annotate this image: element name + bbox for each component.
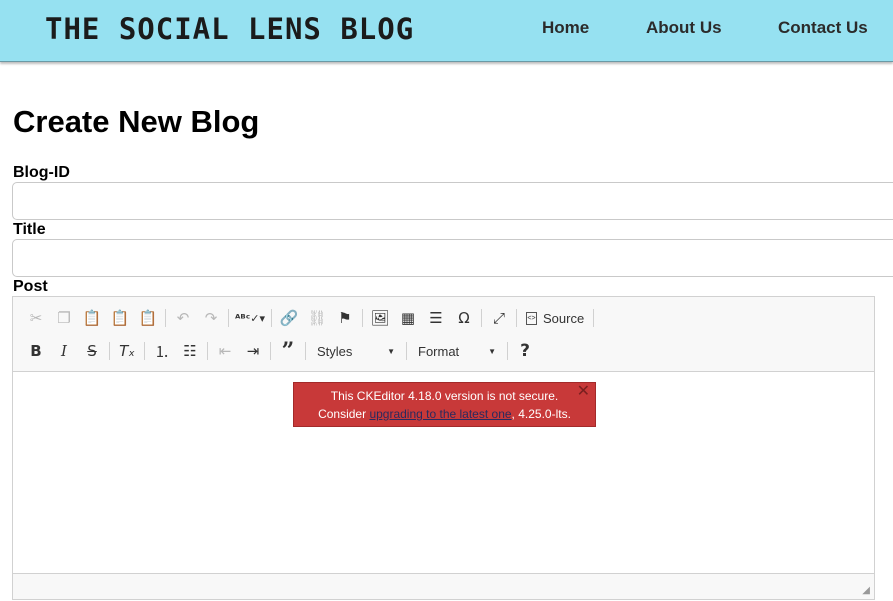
indent-icon[interactable]: ⇥ <box>239 338 267 364</box>
editor-status-bar: ◢ <box>13 573 874 599</box>
toolbar-separator <box>165 309 166 327</box>
post-editor: ✂ ❐ 📋 📋 📋 ↶ ↷ ᴬᴮᶜ✓▾ 🔗 ⛓ ⚑ 🖼 ▦ ☰ Ω ⤢ <> S <box>12 296 875 600</box>
nav-home-link[interactable]: Home <box>542 18 589 38</box>
notice-line-1: This CKEditor 4.18.0 version is not secu… <box>330 389 559 403</box>
numbered-list-icon[interactable]: ⒈ <box>148 338 176 364</box>
toolbar-separator <box>362 309 363 327</box>
special-char-icon[interactable]: Ω <box>450 305 478 331</box>
toolbar-separator <box>109 342 110 360</box>
spellcheck-icon[interactable]: ᴬᴮᶜ✓▾ <box>232 305 268 331</box>
redo-icon[interactable]: ↷ <box>197 305 225 331</box>
site-header: THE SOCIAL LENS BLOG Home About Us Conta… <box>0 0 893 62</box>
blog-id-label: Blog-ID <box>13 164 70 181</box>
toolbar-separator <box>406 342 407 360</box>
styles-dropdown[interactable]: Styles ▼ <box>311 339 401 363</box>
styles-dropdown-label: Styles <box>317 343 353 359</box>
cut-icon[interactable]: ✂ <box>22 305 50 331</box>
page-title: Create New Blog <box>13 104 260 139</box>
chevron-down-icon: ▼ <box>387 346 395 356</box>
bulleted-list-icon[interactable]: ☷ <box>176 338 204 364</box>
source-button[interactable]: <> Source <box>520 305 590 331</box>
notice-suffix: , 4.25.0-lts. <box>511 407 571 421</box>
outdent-icon[interactable]: ⇤ <box>211 338 239 364</box>
strikethrough-icon[interactable]: S <box>78 338 106 364</box>
maximize-icon[interactable]: ⤢ <box>485 305 513 331</box>
help-button[interactable]: ? <box>511 338 539 364</box>
editor-toolbar: ✂ ❐ 📋 📋 📋 ↶ ↷ ᴬᴮᶜ✓▾ 🔗 ⛓ ⚑ 🖼 ▦ ☰ Ω ⤢ <> S <box>13 297 874 372</box>
toolbar-separator <box>305 342 306 360</box>
undo-icon[interactable]: ↶ <box>169 305 197 331</box>
toolbar-separator <box>144 342 145 360</box>
title-input[interactable] <box>12 239 893 277</box>
table-icon[interactable]: ▦ <box>394 305 422 331</box>
editor-content-area[interactable]: ✕ This CKEditor 4.18.0 version is not se… <box>13 372 874 573</box>
toolbar-separator <box>593 309 595 327</box>
toolbar-separator <box>507 342 508 360</box>
main-nav: Home About Us Contact Us <box>0 18 893 40</box>
notice-prefix: Consider <box>318 407 370 421</box>
blockquote-icon[interactable]: ” <box>274 338 302 364</box>
format-dropdown[interactable]: Format ▼ <box>412 339 502 363</box>
chevron-down-icon: ▼ <box>488 346 496 356</box>
title-label: Title <box>13 221 46 238</box>
link-icon[interactable]: 🔗 <box>275 305 303 331</box>
toolbar-separator <box>228 309 229 327</box>
blog-id-input[interactable] <box>12 182 893 220</box>
toolbar-row-2: B I S Tₓ ⒈ ☷ ⇤ ⇥ ” Styles ▼ Format ▼ ? <box>22 338 539 364</box>
remove-format-icon[interactable]: Tₓ <box>113 338 141 364</box>
toolbar-separator <box>516 309 517 327</box>
post-label: Post <box>13 278 48 295</box>
toolbar-row-1: ✂ ❐ 📋 📋 📋 ↶ ↷ ᴬᴮᶜ✓▾ 🔗 ⛓ ⚑ 🖼 ▦ ☰ Ω ⤢ <> S <box>22 305 597 331</box>
nav-contact-link[interactable]: Contact Us <box>778 18 868 38</box>
upgrade-link[interactable]: upgrading to the latest one <box>369 407 511 421</box>
toolbar-separator <box>207 342 208 360</box>
notice-line-2: Consider upgrading to the latest one, 4.… <box>294 405 595 423</box>
toolbar-separator <box>481 309 482 327</box>
image-icon[interactable]: 🖼 <box>366 305 394 331</box>
nav-about-link[interactable]: About Us <box>646 18 722 38</box>
horizontal-line-icon[interactable]: ☰ <box>422 305 450 331</box>
format-dropdown-label: Format <box>418 343 460 359</box>
security-notice: ✕ This CKEditor 4.18.0 version is not se… <box>293 382 596 427</box>
close-icon[interactable]: ✕ <box>577 383 590 401</box>
bold-icon[interactable]: B <box>22 338 50 364</box>
source-button-label: Source <box>543 310 585 326</box>
copy-icon[interactable]: ❐ <box>50 305 78 331</box>
anchor-icon[interactable]: ⚑ <box>331 305 359 331</box>
paste-text-icon[interactable]: 📋 <box>106 305 134 331</box>
paste-icon[interactable]: 📋 <box>78 305 106 331</box>
toolbar-separator <box>270 342 271 360</box>
toolbar-separator <box>271 309 272 327</box>
resize-handle-icon[interactable]: ◢ <box>862 585 870 596</box>
source-icon: <> <box>526 311 537 325</box>
italic-icon[interactable]: I <box>50 338 78 364</box>
paste-word-icon[interactable]: 📋 <box>134 305 162 331</box>
unlink-icon[interactable]: ⛓ <box>303 305 331 331</box>
